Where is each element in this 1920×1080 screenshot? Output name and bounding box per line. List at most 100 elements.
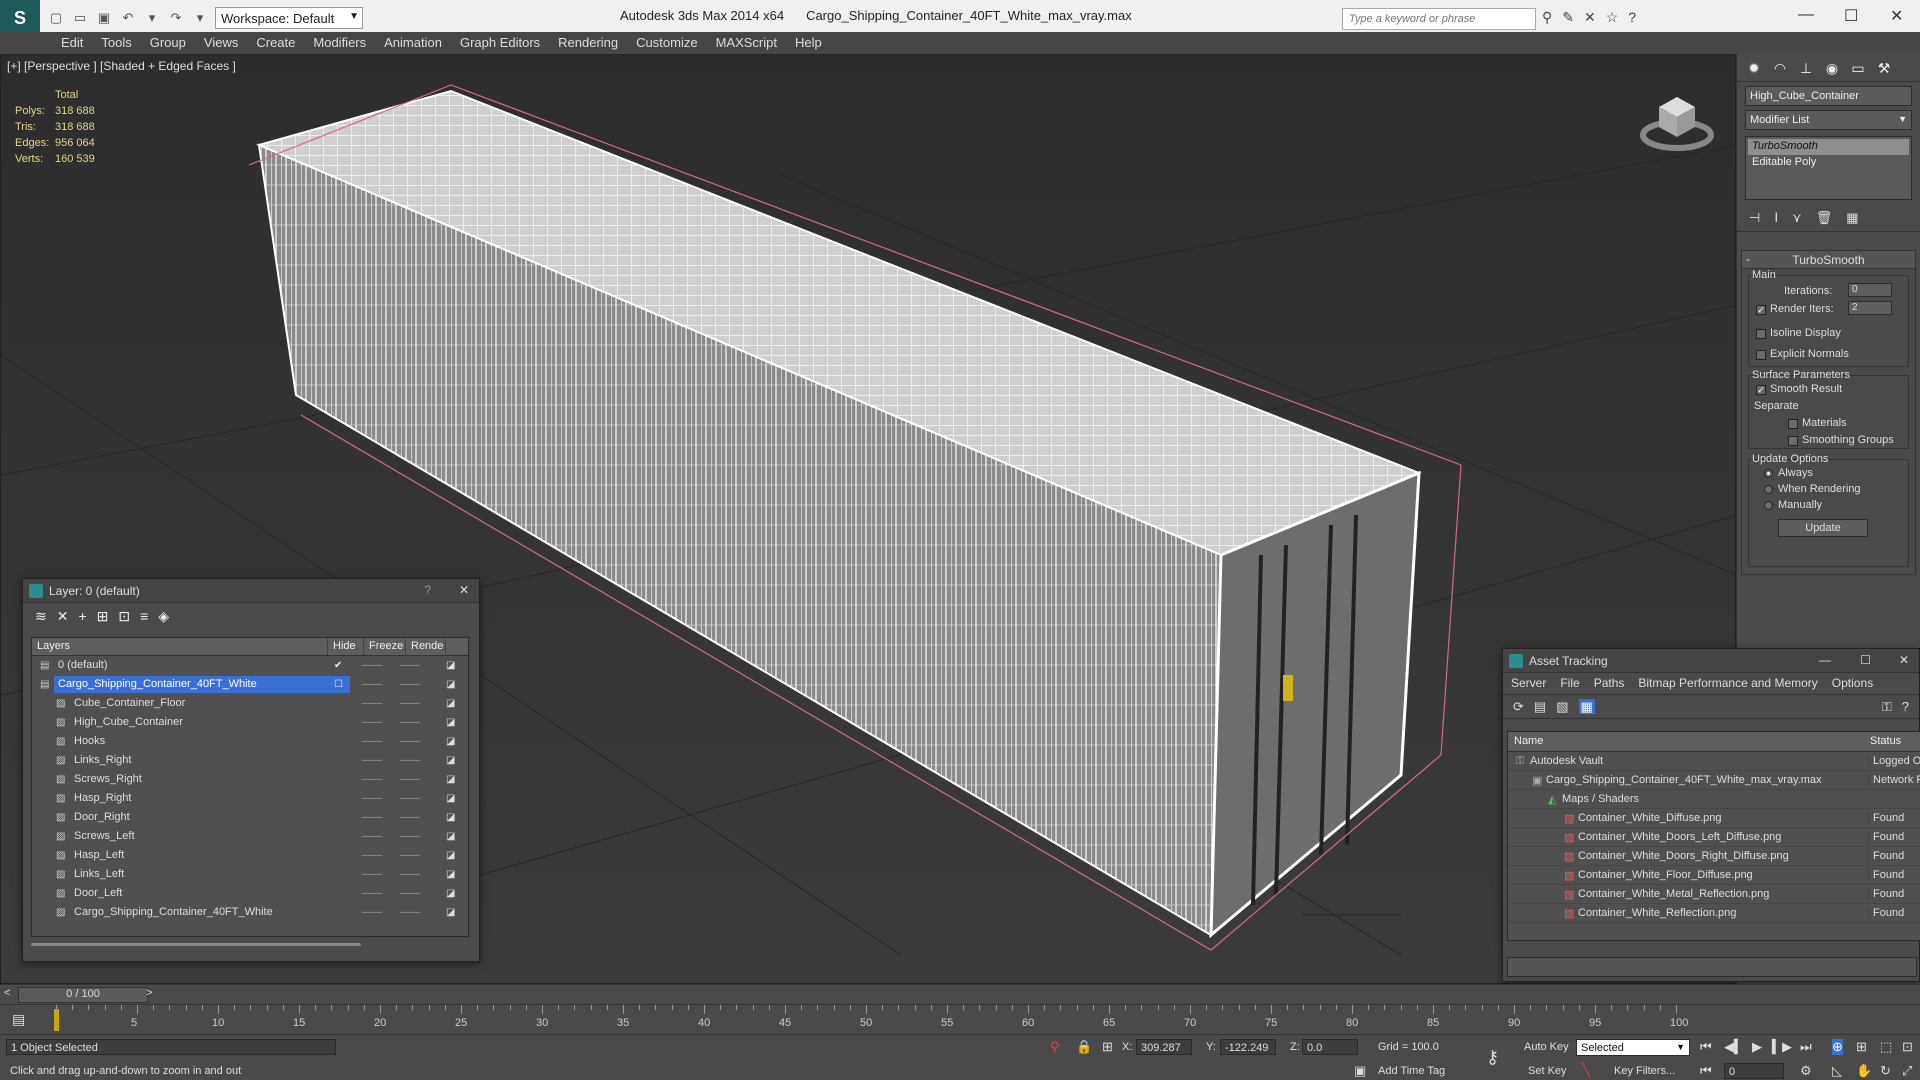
layer-row[interactable]: Cargo_Shipping_Container_40FT_White ▨ —— ——…	[32, 903, 468, 922]
hide-toggle-icon[interactable]: ——	[362, 698, 382, 709]
open-file-icon[interactable]: ▭	[70, 8, 90, 28]
viewcube-icon[interactable]	[1639, 85, 1715, 155]
stack-item-turbosmooth[interactable]: TurboSmooth	[1748, 139, 1909, 155]
display-tab-icon[interactable]: ▭	[1847, 58, 1869, 78]
always-radio[interactable]	[1764, 469, 1773, 478]
layer-name[interactable]: Screws_Right	[70, 771, 366, 788]
track-bar[interactable]: ▤ 5 10 15 20 25 30 35 40 45 50 55 60 65 70 75 80 85 90 95 1…	[0, 1004, 1920, 1034]
modify-tab-icon[interactable]: ◠	[1769, 58, 1791, 78]
column-render[interactable]: Rende	[406, 638, 446, 655]
x-coordinate-field[interactable]: 309.287	[1136, 1039, 1192, 1055]
layer-row[interactable]: Cube_Container_Floor ▨ —— —— ◪	[32, 694, 468, 713]
asset-row[interactable]: ▨ Container_White_Metal_Reflection.png Fou…	[1508, 885, 1920, 904]
layer-name[interactable]: Cube_Container_Floor	[70, 695, 366, 712]
asset-panel-titlebar[interactable]: Asset Tracking — ☐ ✕	[1503, 649, 1919, 673]
search-input[interactable]	[1342, 8, 1536, 30]
set-key-icon[interactable]: ╲	[1582, 1062, 1590, 1078]
redo-icon[interactable]: ↷	[166, 8, 186, 28]
iterations-spinner[interactable]: 0	[1848, 283, 1892, 297]
motion-tab-icon[interactable]: ◉	[1821, 58, 1843, 78]
remove-modifier-icon[interactable]: 🗑	[1816, 210, 1833, 227]
time-tag-icon[interactable]: ▣	[1354, 1063, 1366, 1079]
communication-icon[interactable]: ✕	[1584, 9, 1596, 26]
menu-maxscript[interactable]: MAXScript	[707, 32, 786, 54]
layer-name[interactable]: Hooks	[70, 733, 366, 750]
hide-toggle-icon[interactable]: ——	[362, 755, 382, 766]
favorites-icon[interactable]: ☆	[1606, 9, 1619, 26]
freeze-toggle-icon[interactable]: ——	[400, 907, 420, 918]
hide-toggle-icon[interactable]: ——	[362, 660, 382, 671]
render-toggle-icon[interactable]: ◪	[446, 717, 455, 728]
zoom-icon[interactable]: ⊕	[1832, 1039, 1843, 1055]
object-name-field[interactable]: High_Cube_Container	[1745, 86, 1912, 106]
zoom-extents-all-icon[interactable]: ⊡	[1902, 1039, 1913, 1055]
help-icon[interactable]: ?	[1628, 9, 1636, 26]
new-file-icon[interactable]: ▢	[46, 8, 66, 28]
asset-row[interactable]: ▨ Container_White_Doors_Left_Diffuse.png F…	[1508, 828, 1920, 847]
smooth-result-checkbox[interactable]: ✓	[1756, 385, 1766, 395]
next-frame-icon[interactable]: >	[146, 987, 152, 999]
hide-toggle-icon[interactable]: ——	[362, 679, 382, 690]
menu-create[interactable]: Create	[247, 32, 304, 54]
layer-row[interactable]: Screws_Right ▨ —— —— ◪	[32, 770, 468, 789]
thumbnail-view-icon[interactable]: ▧	[1556, 699, 1568, 714]
render-toggle-icon[interactable]: ◪	[446, 774, 455, 785]
layer-row[interactable]: Hasp_Right ▨ —— —— ◪	[32, 789, 468, 808]
isolate-icon[interactable]: ⚲	[1050, 1039, 1060, 1055]
highlight-layer-icon[interactable]: ≡	[140, 608, 148, 626]
layer-name[interactable]: Hasp_Left	[70, 847, 366, 864]
subscription-icon[interactable]: ✎	[1562, 9, 1574, 26]
minimize-icon[interactable]: —	[1819, 653, 1831, 667]
list-view-icon[interactable]: ▤	[1534, 699, 1546, 714]
hide-toggle-icon[interactable]: ——	[362, 812, 382, 823]
freeze-toggle-icon[interactable]: ——	[400, 831, 420, 842]
asset-row[interactable]: ◭ Maps / Shaders	[1508, 790, 1920, 809]
app-logo-icon[interactable]: S	[0, 0, 40, 36]
freeze-toggle-icon[interactable]: ——	[400, 717, 420, 728]
freeze-toggle-icon[interactable]: ——	[400, 736, 420, 747]
pin-stack-icon[interactable]: ⊣	[1749, 210, 1760, 227]
add-time-tag[interactable]: Add Time Tag	[1378, 1065, 1445, 1077]
freeze-toggle-icon[interactable]: ——	[400, 698, 420, 709]
render-toggle-icon[interactable]: ◪	[446, 793, 455, 804]
curve-editor-icon[interactable]: ▤	[12, 1011, 25, 1028]
menu-tools[interactable]: Tools	[92, 32, 140, 54]
time-slider-thumb[interactable]: 0 / 100	[18, 987, 148, 1003]
asset-row[interactable]: ⚿ Autodesk Vault Logged O	[1508, 752, 1920, 771]
maximize-button[interactable]: ☐	[1844, 6, 1858, 26]
key-filters-button[interactable]: Key Filters...	[1614, 1065, 1675, 1077]
layer-name[interactable]: High_Cube_Container	[70, 714, 366, 731]
close-icon[interactable]: ✕	[1899, 653, 1909, 667]
render-toggle-icon[interactable]: ◪	[446, 831, 455, 842]
hide-toggle-icon[interactable]: ——	[362, 736, 382, 747]
layer-name[interactable]: Door_Right	[70, 809, 366, 826]
smoothing-groups-checkbox[interactable]	[1788, 436, 1798, 446]
make-unique-icon[interactable]: ⋎	[1792, 210, 1802, 227]
render-toggle-icon[interactable]: ◪	[446, 869, 455, 880]
hide-toggle-icon[interactable]: ——	[362, 869, 382, 880]
prev-frame-icon[interactable]: <	[4, 987, 10, 999]
set-current-layer-icon[interactable]: ☐	[334, 679, 343, 690]
zoom-all-icon[interactable]: ⊞	[1856, 1039, 1867, 1055]
set-key-button[interactable]: Set Key	[1528, 1065, 1567, 1077]
delete-layer-icon[interactable]: ✕	[57, 608, 69, 626]
freeze-toggle-icon[interactable]: ——	[400, 888, 420, 899]
y-coordinate-field[interactable]: -122.249	[1220, 1039, 1276, 1055]
vault-icon[interactable]: ⚿	[1882, 699, 1892, 714]
layer-name[interactable]: Cargo_Shipping_Container_40FT_White	[54, 676, 350, 693]
pan-icon[interactable]: ✋	[1856, 1063, 1872, 1079]
freeze-toggle-icon[interactable]: ——	[400, 812, 420, 823]
key-mode-icon[interactable]: ⏮	[1700, 1063, 1712, 1079]
dropdown-icon[interactable]: ▾	[190, 8, 210, 28]
materials-checkbox[interactable]	[1788, 419, 1798, 429]
zoom-extents-icon[interactable]: ⬚	[1880, 1039, 1892, 1055]
menu-modifiers[interactable]: Modifiers	[304, 32, 375, 54]
minimize-button[interactable]: —	[1798, 6, 1814, 24]
render-toggle-icon[interactable]: ◪	[446, 888, 455, 899]
help-icon[interactable]: ?	[1902, 699, 1909, 714]
freeze-toggle-icon[interactable]: ——	[400, 679, 420, 690]
asset-row[interactable]: ▨ Container_White_Reflection.png Found	[1508, 904, 1920, 923]
time-config-icon[interactable]: ⚙	[1800, 1063, 1812, 1079]
layer-row[interactable]: Links_Left ▨ —— —— ◪	[32, 865, 468, 884]
hide-toggle-icon[interactable]: ——	[362, 774, 382, 785]
